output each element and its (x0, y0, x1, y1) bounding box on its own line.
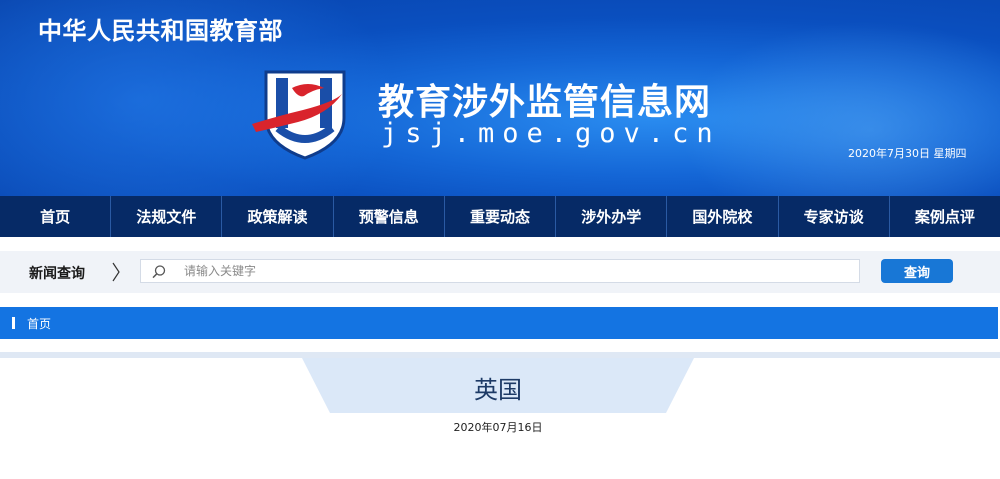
nav-item-policy[interactable]: 政策解读 (222, 196, 334, 237)
current-date: 2020年7月30日 星期四 (848, 147, 967, 160)
breadcrumb: 首页 (0, 307, 998, 339)
main-nav: 首页 法规文件 政策解读 预警信息 重要动态 涉外办学 国外院校 专家访谈 案例… (0, 196, 1000, 237)
breadcrumb-marker (12, 317, 15, 329)
search-input[interactable] (180, 260, 863, 282)
nav-item-expert-interviews[interactable]: 专家访谈 (779, 196, 890, 237)
breadcrumb-home-link[interactable]: 首页 (27, 315, 51, 332)
header-banner: 中华人民共和国教育部 教育涉外监管信息网 jsj.moe.gov.cn 2020… (0, 0, 1000, 196)
jsj-shield-logo-icon (252, 70, 346, 160)
nav-item-warnings[interactable]: 预警信息 (334, 196, 445, 237)
nav-item-case-reviews[interactable]: 案例点评 (890, 196, 1000, 237)
nav-item-home[interactable]: 首页 (0, 196, 112, 237)
search-title: 新闻查询 (29, 266, 85, 282)
nav-item-regulations[interactable]: 法规文件 (111, 196, 223, 237)
article-date: 2020年07月16日 (453, 421, 543, 434)
chevron-right-icon (112, 262, 120, 282)
ministry-name: 中华人民共和国教育部 (38, 17, 283, 45)
nav-item-overseas-institutions[interactable]: 国外院校 (667, 196, 779, 237)
search-button[interactable]: 查询 (881, 259, 953, 283)
article-title: 英国 (474, 376, 522, 404)
search-icon (152, 265, 166, 279)
site-url: jsj.moe.gov.cn (381, 118, 721, 149)
nav-item-news[interactable]: 重要动态 (445, 196, 557, 237)
nav-item-foreign-schools[interactable]: 涉外办学 (556, 196, 668, 237)
